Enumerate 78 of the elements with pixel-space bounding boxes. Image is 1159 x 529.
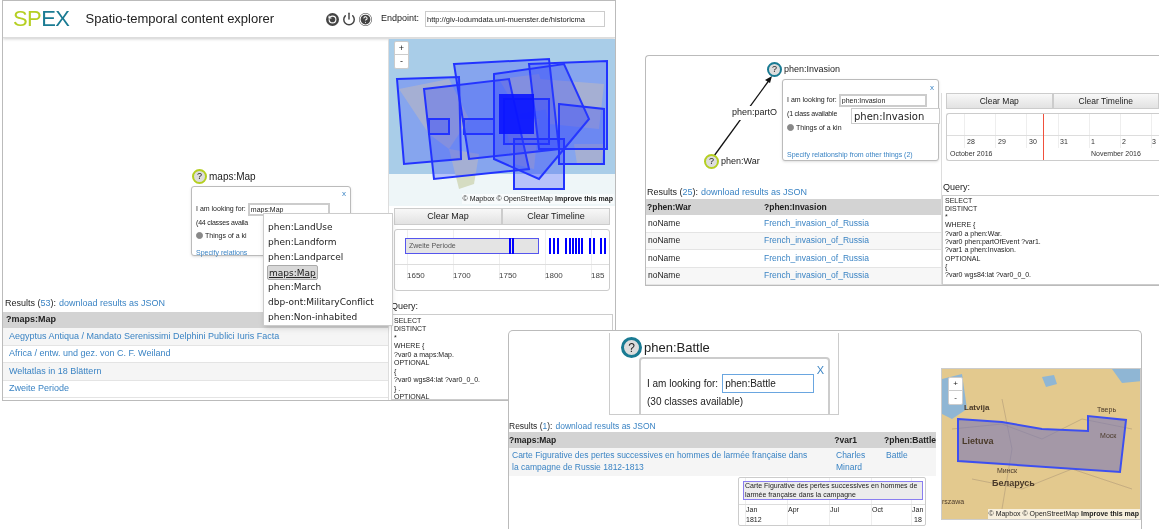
- column-header: ?var1: [834, 433, 858, 447]
- column-header: ?phen:War: [646, 200, 693, 214]
- close-button[interactable]: x: [342, 188, 346, 200]
- axis-label: 185: [591, 270, 605, 282]
- axis-label: 1650: [407, 270, 425, 282]
- classes-available-text: (30 classes available): [647, 395, 744, 409]
- map-place-label: Latvija: [964, 402, 990, 414]
- power-icon[interactable]: [341, 12, 356, 26]
- result-link[interactable]: Battle: [886, 450, 908, 462]
- dropdown-option[interactable]: phen:Non-inhabited: [267, 310, 359, 326]
- map-place-label: Lietuva: [962, 435, 994, 448]
- node-label: maps:Map: [209, 170, 256, 184]
- column-header: ?phen:Battle: [884, 433, 936, 447]
- zoom-in-button[interactable]: +: [395, 42, 408, 55]
- help-icon[interactable]: [358, 12, 372, 26]
- field-label: I am looking for:: [647, 377, 719, 391]
- results-label: Results (: [509, 420, 543, 433]
- result-link[interactable]: French_invasion_of_Russia: [764, 216, 869, 230]
- reset-icon[interactable]: [325, 12, 339, 26]
- axis-label: 1700: [453, 270, 471, 282]
- dropdown-option[interactable]: phen:LandUse: [267, 220, 334, 235]
- question-node-icon[interactable]: ?: [192, 169, 207, 184]
- axis-label: 1750: [499, 270, 517, 282]
- table-cell-text: noName: [647, 216, 682, 230]
- zoom-out-button[interactable]: -: [949, 391, 962, 404]
- dropdown-option[interactable]: phen:Invasion: [851, 108, 940, 124]
- node-label: phen:Battle: [644, 338, 710, 357]
- result-link[interactable]: French_invasion_of_Russia: [764, 269, 869, 283]
- results-label: ):: [692, 186, 699, 199]
- result-link[interactable]: Weltatlas in 18 Blättern: [9, 364, 102, 378]
- dropdown-option[interactable]: phen:Landform: [267, 235, 338, 250]
- results-label: ):: [50, 297, 57, 310]
- radio-button[interactable]: [787, 124, 794, 132]
- logo: SPEX: [13, 8, 70, 30]
- node-label: phen:Invasion: [784, 62, 841, 76]
- results-label: Results (: [647, 186, 683, 199]
- clear-button[interactable]: Clear Map: [394, 208, 502, 225]
- edge-label: phen:partO: [732, 106, 778, 120]
- class-search-field[interactable]: phen:Battle: [722, 374, 815, 393]
- axis-label: 1800: [545, 270, 563, 282]
- dropdown-option[interactable]: dbp-ont:MilitaryConflict: [267, 295, 375, 311]
- download-json-link[interactable]: download results as JSON: [701, 186, 808, 200]
- query-label: Query:: [943, 181, 971, 194]
- table-cell-text: noName: [647, 234, 682, 248]
- clear-button[interactable]: Clear Timeline: [502, 208, 610, 225]
- result-link[interactable]: French_invasion_of_Russia: [764, 234, 869, 248]
- endpoint-label: Endpoint:: [380, 12, 419, 26]
- close-button[interactable]: X: [816, 362, 824, 379]
- table-cell-text: noName: [647, 269, 682, 283]
- current-time-marker: [1043, 114, 1044, 160]
- question-node-icon[interactable]: ?: [767, 62, 782, 77]
- result-link[interactable]: Carte Figurative des pertes successives en hommes de larmée française dans la campagne de Russie 1812-1813: [509, 450, 836, 473]
- dropdown-option[interactable]: phen:March: [267, 280, 323, 296]
- radio-button[interactable]: [196, 232, 203, 240]
- question-node-icon[interactable]: ?: [621, 337, 642, 358]
- download-json-link[interactable]: download results as JSON: [555, 420, 656, 433]
- column-header: ?maps:Map: [6, 313, 56, 327]
- zoom-in-button[interactable]: +: [949, 378, 962, 391]
- clear-button[interactable]: Clear Timeline: [1052, 93, 1159, 109]
- clear-button[interactable]: Clear Map: [946, 93, 1053, 109]
- download-json-link[interactable]: download results as JSON: [59, 297, 166, 311]
- close-button[interactable]: x: [930, 82, 934, 94]
- result-link[interactable]: French_invasion_of_Russia: [764, 251, 869, 265]
- zoom-out-button[interactable]: -: [395, 55, 408, 68]
- result-link[interactable]: Africa / entw. und gez. von C. F. Weiland: [9, 347, 171, 361]
- table-cell-text: noName: [647, 251, 682, 265]
- result-link[interactable]: Zweite Periode: [9, 382, 70, 396]
- result-link[interactable]: Charles Minard: [836, 450, 886, 473]
- dropdown-option[interactable]: phen:Landparcel: [267, 250, 345, 265]
- results-label: ):: [547, 420, 553, 433]
- dropdown-option[interactable]: maps:Map: [267, 265, 318, 281]
- map-place-label: Беларусь: [992, 477, 1035, 490]
- column-header: ?phen:Invasion: [764, 200, 827, 214]
- question-node-icon[interactable]: ?: [704, 154, 719, 169]
- column-header: ?maps:Map: [509, 433, 558, 447]
- results-label: Results (: [5, 297, 41, 310]
- node-label: phen:War: [721, 154, 760, 168]
- app-title: Spatio-temporal content explorer: [85, 10, 275, 29]
